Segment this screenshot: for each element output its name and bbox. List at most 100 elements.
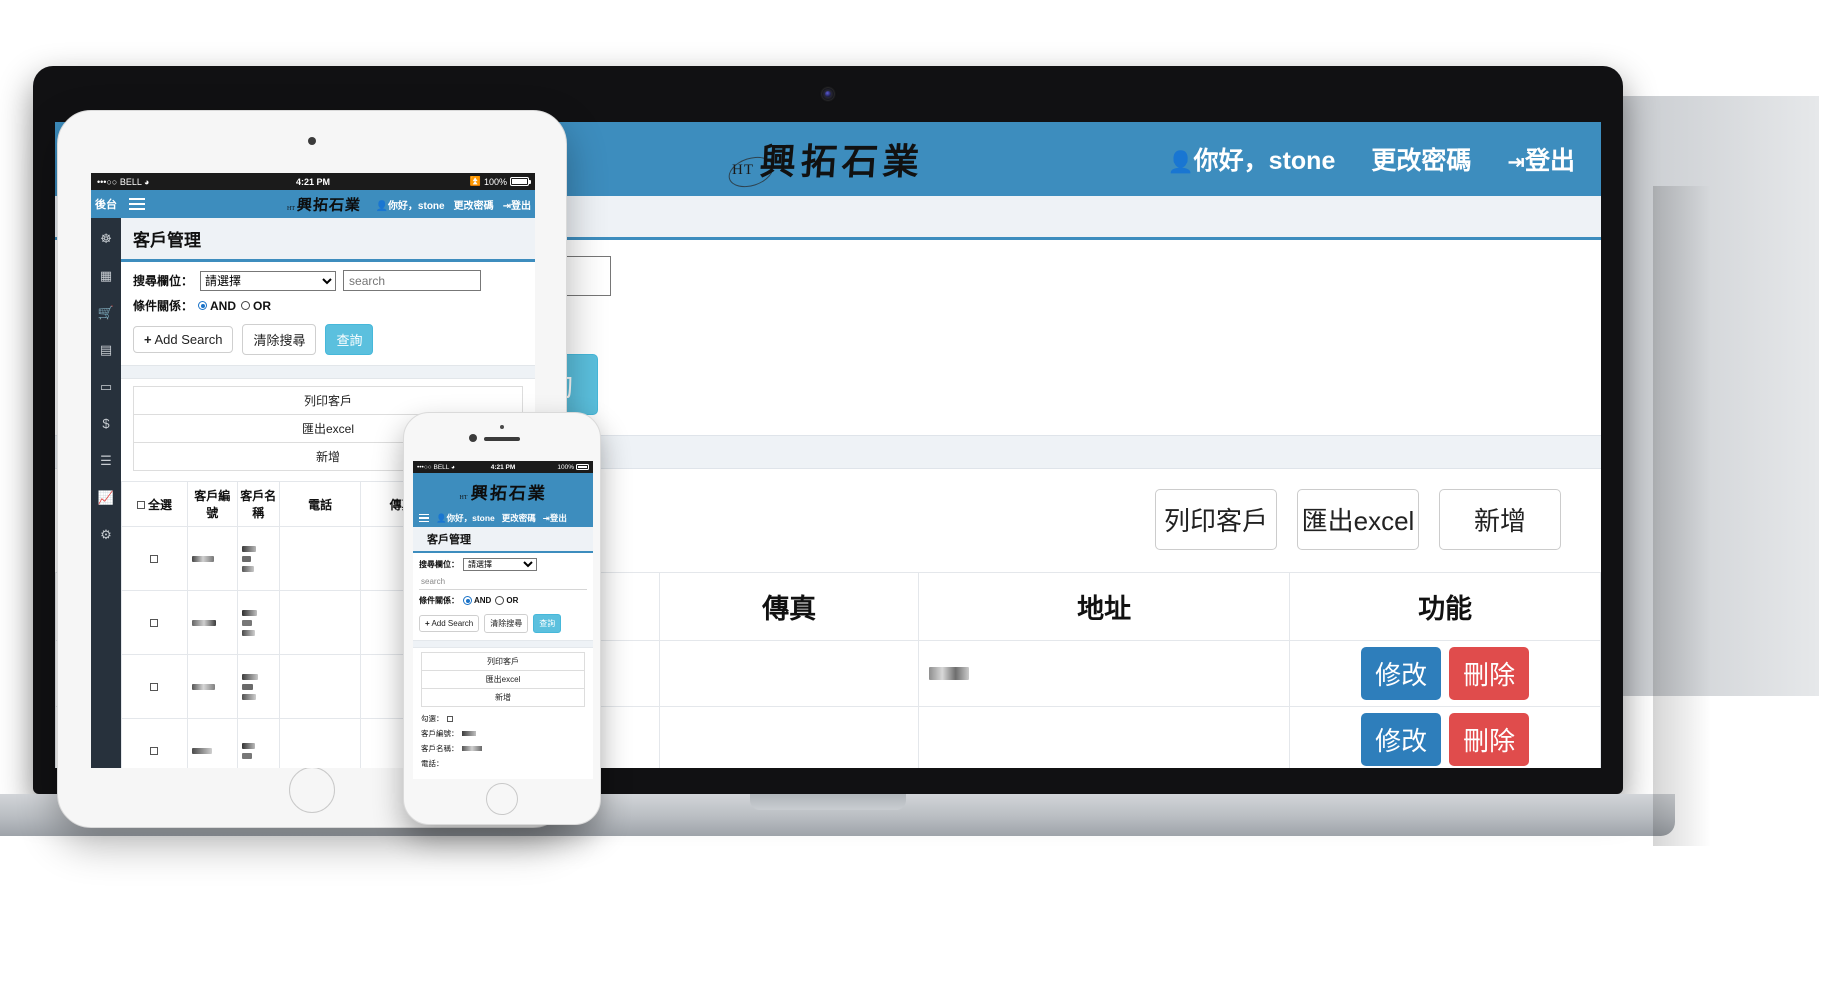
phone-field-customer-id: 客戶編號： (421, 728, 585, 739)
card-icon[interactable]: ▭ (100, 380, 112, 393)
col-actions: 功能 (1289, 572, 1601, 641)
phone-logout[interactable]: ⇥登出 (543, 512, 567, 524)
list-icon[interactable]: ☰ (100, 454, 112, 467)
phone-change-password[interactable]: 更改密碼 (502, 512, 536, 524)
phone-brand-mark: HT (459, 494, 468, 501)
wifi-icon: ◕ (144, 176, 150, 187)
tablet-search-label: 搜尋欄位： (133, 274, 194, 288)
tablet-button-row: + Add Search 清除搜尋 查詢 (121, 314, 535, 365)
gear-icon[interactable]: ⚙ (100, 528, 112, 541)
screenshot-stage: HT 興拓石業 👤你好，stone 更改密碼 ⇥登出 請選擇 search 列印… (0, 0, 1822, 985)
phone-toolbar: 列印客戶 匯出excel 新增 (413, 648, 593, 707)
tablet-home-button[interactable] (289, 767, 335, 813)
tablet-search-input[interactable] (343, 270, 482, 291)
tablet-add-search-button[interactable]: + Add Search (133, 326, 234, 353)
tablet-camera-icon (308, 137, 316, 145)
phone-field-customer-name: 客戶名稱： (421, 743, 585, 754)
brand-logo: HT 興拓石業 (731, 133, 925, 185)
phone-export-button[interactable]: 匯出excel (421, 670, 585, 689)
menu-toggle-icon[interactable] (129, 198, 145, 210)
delete-button[interactable]: 刪除 (1449, 647, 1530, 700)
phone-status-bar: •••○○ BELL ◕ 4:21 PM 100% (413, 461, 593, 473)
phone-field-phone: 電話： (421, 759, 444, 768)
phone-status-right: 100% (557, 464, 589, 471)
user-icon: 👤 (375, 200, 388, 212)
cell-phone (278, 718, 362, 768)
phone-user-greeting[interactable]: 👤你好，stone (436, 512, 495, 524)
tablet-col-customer-id: 客戶編號 (186, 481, 238, 527)
phone-home-button[interactable] (486, 783, 518, 815)
cell-select[interactable] (121, 526, 188, 591)
carrier-label: •••○○ BELL ◕ (97, 176, 150, 187)
tablet-change-password[interactable]: 更改密碼 (454, 197, 494, 212)
window-icon[interactable]: ▦ (100, 269, 112, 282)
phone-navbar: 👤你好，stone 更改密碼 ⇥登出 (413, 509, 593, 527)
cell-select[interactable] (121, 718, 188, 768)
brand-mark: HT (731, 162, 754, 178)
chart-icon[interactable]: 📈 (98, 491, 114, 504)
tablet-col-phone: 電話 (278, 481, 362, 527)
edit-button[interactable]: 修改 (1361, 713, 1442, 766)
phone-submit-button[interactable]: 查詢 (533, 614, 562, 633)
logout-icon: ⇥ (542, 513, 550, 523)
phone-print-button[interactable]: 列印客戶 (421, 652, 585, 671)
cell-id (186, 526, 238, 591)
dashboard-icon[interactable]: ☸ (100, 232, 112, 245)
tablet-user-greeting[interactable]: 👤你好，stone (375, 197, 444, 212)
tablet-sidebar: ☸ ▦ 🛒 ▤ ▭ $ ☰ 📈 ⚙ (91, 218, 121, 768)
phone-search-input[interactable]: search (419, 575, 587, 590)
create-customer-button[interactable]: 新增 (1439, 489, 1561, 550)
phone-add-search-button[interactable]: + Add Search (419, 615, 480, 632)
phone-radio-and[interactable]: AND (463, 596, 491, 605)
cell-id (186, 718, 238, 768)
phone-search-field-select[interactable]: 請選擇 (463, 558, 537, 571)
webcam-icon (822, 88, 834, 100)
row-checkbox (150, 554, 159, 563)
sidebar-brand-title: 後台 (91, 190, 121, 218)
tablet-col-select-all[interactable]: 全選 (121, 481, 188, 527)
phone-brand-logo: HT 興拓石業 (459, 479, 548, 504)
phone-page-title: 客戶管理 (413, 527, 593, 553)
row-checkbox (150, 682, 159, 691)
clock-label: 4:21 PM (295, 176, 331, 187)
phone-menu-toggle-icon[interactable] (419, 513, 429, 523)
cell-select[interactable] (121, 590, 188, 655)
cell-fax (659, 640, 920, 707)
redacted-value (461, 746, 482, 751)
laptop-notch (750, 794, 906, 810)
phone-create-button[interactable]: 新增 (421, 688, 585, 707)
cell-name (236, 654, 280, 719)
phone-radio-or[interactable]: OR (495, 596, 518, 605)
logout-icon: ⇥ (1507, 151, 1525, 174)
cell-phone (278, 526, 362, 591)
tablet-submit-button[interactable]: 查詢 (325, 324, 374, 355)
export-excel-button[interactable]: 匯出excel (1297, 489, 1419, 550)
edit-button[interactable]: 修改 (1361, 647, 1442, 700)
tablet-radio-and[interactable]: AND (198, 299, 236, 313)
tablet-print-button[interactable]: 列印客戶 (133, 386, 523, 415)
cell-select[interactable] (121, 654, 188, 719)
print-customers-button[interactable]: 列印客戶 (1155, 489, 1277, 550)
cell-phone (278, 654, 362, 719)
phone-condition-row: 條件關係： AND OR (413, 590, 593, 606)
tablet-search-field-select[interactable]: 請選擇 (200, 270, 337, 291)
tablet-logout[interactable]: ⇥登出 (503, 197, 531, 212)
user-icon: 👤 (1167, 151, 1194, 174)
tablet-divider (121, 365, 535, 379)
cart-icon[interactable]: 🛒 (98, 306, 114, 319)
laptop-shadow (1653, 186, 1711, 846)
phone-clear-search-button[interactable]: 清除搜尋 (484, 614, 529, 633)
battery-percent: 100% (557, 463, 574, 471)
cell-actions: 修改 刪除 (1289, 706, 1601, 768)
change-password-link[interactable]: 更改密碼 (1371, 141, 1471, 177)
dollar-icon[interactable]: $ (102, 417, 109, 430)
cell-name (236, 718, 280, 768)
tablet-radio-or[interactable]: OR (241, 299, 271, 313)
user-greeting[interactable]: 👤你好，stone (1168, 141, 1336, 177)
logout-link[interactable]: ⇥登出 (1507, 141, 1575, 177)
toggle-icon[interactable]: ▤ (100, 343, 112, 356)
phone-screen: •••○○ BELL ◕ 4:21 PM 100% HT 興拓石業 👤你好，st… (413, 461, 593, 779)
tablet-clear-search-button[interactable]: 清除搜尋 (242, 324, 317, 355)
phone-row-checkbox[interactable] (446, 715, 453, 722)
delete-button[interactable]: 刪除 (1449, 713, 1530, 766)
